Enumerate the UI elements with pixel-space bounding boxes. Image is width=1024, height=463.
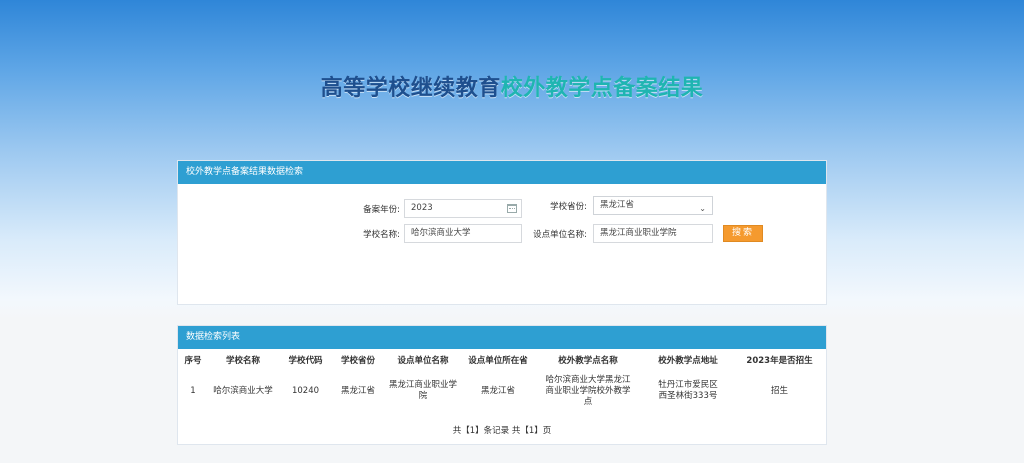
table-cell: 牡丹江市爱民区西圣林街333号 [658, 380, 718, 401]
search-button[interactable]: 搜索 [723, 225, 763, 242]
column-header: 学校省份 [340, 356, 375, 366]
table-cell: 哈尔滨商业大学黑龙江商业职业学院校外教学点 [545, 374, 631, 407]
table-cell: 哈尔滨商业大学 [213, 385, 273, 396]
table-cell: 1 [190, 385, 196, 396]
school-input[interactable]: 哈尔滨商业大学 [404, 224, 522, 243]
unit-input[interactable]: 黑龙江商业职业学院 [593, 224, 713, 243]
result-panel: 数据检索列表 序号 学校名称 学校代码 学校省份 设点单位名称 设点单位所在省 … [177, 325, 827, 445]
year-field[interactable]: 2023 [404, 199, 522, 218]
page-title: 高等学校继续教育校外教学点备案结果 [0, 70, 1024, 102]
table-cell: 招生 [770, 385, 788, 396]
year-label: 备案年份: [363, 204, 400, 215]
column-header: 设点单位名称 [397, 356, 449, 366]
column-header: 学校名称 [225, 356, 260, 366]
province-value: 黑龙江省 [600, 200, 635, 210]
table-cell: 黑龙江省 [340, 385, 375, 396]
table-cell: 黑龙江商业职业学院 [388, 380, 457, 401]
pager-text: 共【1】条记录 共【1】页 [452, 426, 552, 436]
school-label: 学校名称: [363, 229, 400, 240]
chevron-down-icon: ⌄ [699, 204, 706, 213]
column-header: 序号 [184, 356, 202, 366]
year-value: 2023 [411, 203, 433, 213]
unit-label: 设点单位名称: [533, 229, 587, 240]
column-header: 2023年是否招生 [746, 356, 813, 366]
province-select[interactable]: 黑龙江省 ⌄ [593, 196, 713, 215]
table-cell: 黑龙江省 [480, 385, 515, 396]
column-header: 设点单位所在省 [468, 356, 528, 366]
school-value: 哈尔滨商业大学 [411, 228, 471, 238]
unit-value: 黑龙江商业职业学院 [600, 228, 677, 238]
results-table: 序号 学校名称 学校代码 学校省份 设点单位名称 设点单位所在省 校外教学点名称… [178, 349, 826, 411]
search-panel-title: 校外教学点备案结果数据检索 [178, 161, 826, 184]
column-header: 学校代码 [288, 356, 323, 366]
province-label: 学校省份: [550, 201, 587, 212]
page-title-part2: 校外教学点备案结果 [500, 76, 704, 101]
table-row: 1 哈尔滨商业大学 10240 黑龙江省 黑龙江商业职业学院 黑龙江省 哈尔滨商… [178, 371, 826, 411]
column-header: 校外教学点名称 [558, 356, 618, 366]
calendar-icon[interactable] [507, 204, 517, 213]
column-header: 校外教学点地址 [658, 356, 718, 366]
page-title-part1: 高等学校继续教育 [320, 76, 501, 101]
table-header-row: 序号 学校名称 学校代码 学校省份 设点单位名称 设点单位所在省 校外教学点名称… [178, 349, 826, 371]
table-cell: 10240 [291, 385, 320, 396]
search-panel: 校外教学点备案结果数据检索 备案年份: 2023 学校省份: 黑龙江省 ⌄ 学校… [177, 160, 827, 305]
result-panel-title: 数据检索列表 [178, 326, 826, 349]
